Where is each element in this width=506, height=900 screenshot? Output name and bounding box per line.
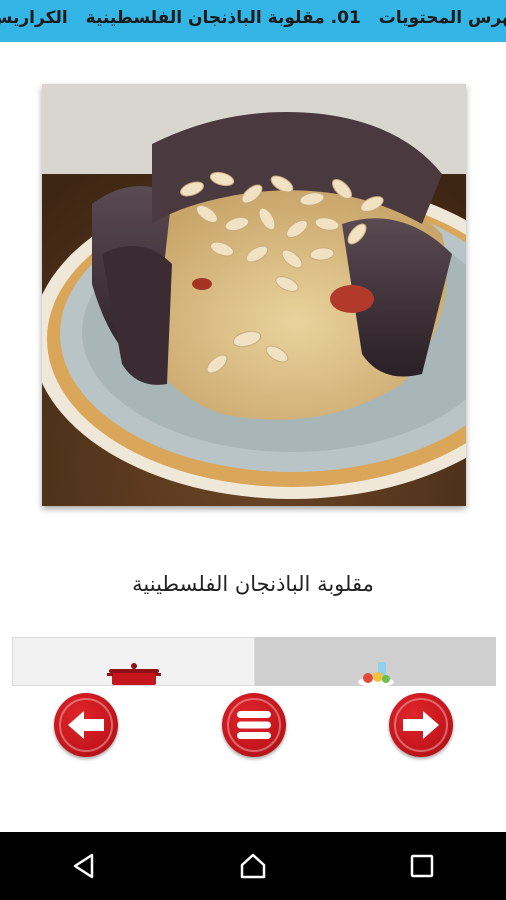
- recipe-tabs: [12, 637, 496, 686]
- menu-icon: [237, 711, 271, 739]
- next-button[interactable]: [389, 693, 453, 757]
- system-recents-button[interactable]: [392, 836, 452, 896]
- title-marquee: فهرس المحتويات 01. مقلوبة الباذنجان الفل…: [0, 8, 506, 28]
- previous-button[interactable]: [54, 693, 118, 757]
- recents-square-icon: [410, 854, 433, 878]
- recipe-photo-illustration: [42, 84, 466, 506]
- arrow-left-icon: [68, 711, 104, 739]
- recipe-navigation: [0, 686, 506, 832]
- tab-cooking[interactable]: [12, 637, 255, 686]
- marquee-item-contents: فهرس المحتويات: [378, 8, 506, 28]
- recipe-title: مقلوبة الباذنجان الفلسطينية: [132, 572, 374, 596]
- back-triangle-icon: [74, 853, 94, 879]
- marquee-item-lebanese: الكراريس اللبنانية: [0, 8, 68, 28]
- tab-ingredients[interactable]: [255, 637, 496, 686]
- ingredients-icon: [357, 662, 394, 686]
- menu-button[interactable]: [222, 693, 286, 757]
- system-navigation-bar: [0, 832, 506, 900]
- recipe-photo: [42, 84, 466, 506]
- home-icon: [240, 853, 266, 879]
- system-home-button[interactable]: [223, 836, 283, 896]
- marquee-item-recipe: 01. مقلوبة الباذنجان الفلسطينية: [85, 8, 361, 28]
- system-back-button[interactable]: [54, 836, 114, 896]
- cooking-pot-icon: [106, 663, 161, 685]
- arrow-right-icon: [403, 711, 439, 739]
- title-marquee-bar: فهرس المحتويات 01. مقلوبة الباذنجان الفل…: [0, 0, 506, 42]
